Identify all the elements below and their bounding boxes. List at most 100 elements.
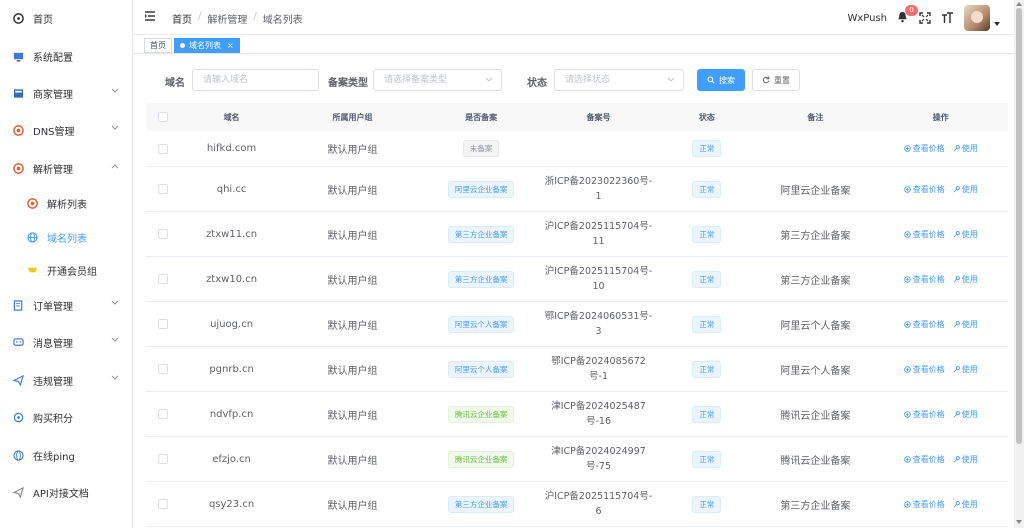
message-icon bbox=[12, 336, 24, 348]
view-price-label: 查看价格 bbox=[912, 229, 945, 239]
sidebar-item-dns[interactable]: DNS管理 bbox=[0, 112, 133, 148]
close-icon[interactable]: × bbox=[227, 41, 234, 50]
view-price-link[interactable]: 查看价格 bbox=[904, 184, 945, 195]
use-link[interactable]: 使用 bbox=[953, 454, 978, 465]
column-header: 备案号 bbox=[586, 112, 611, 122]
sidebar-item-ping[interactable]: 在线ping bbox=[0, 437, 133, 473]
view-price-label: 查看价格 bbox=[912, 274, 945, 284]
view-price-link[interactable]: 查看价格 bbox=[904, 319, 945, 330]
view-price-link[interactable]: 查看价格 bbox=[904, 274, 945, 285]
view-price-icon bbox=[904, 410, 911, 418]
sidebar-item-message[interactable]: 消息管理 bbox=[0, 324, 133, 360]
page-scrollbar[interactable] bbox=[1014, 0, 1024, 528]
breadcrumb-resolve[interactable]: 解析管理 bbox=[207, 11, 247, 26]
view-price-icon bbox=[904, 455, 911, 463]
row-checkbox-cell bbox=[146, 409, 180, 419]
scroll-up-arrow[interactable] bbox=[1016, 2, 1022, 6]
sidebar-item-api-doc[interactable]: API对接文档 bbox=[0, 474, 133, 510]
icp-cell: 沪ICP备2025115704号- 11 bbox=[540, 219, 656, 249]
ping-icon bbox=[12, 449, 24, 461]
view-price-label: 查看价格 bbox=[912, 184, 945, 194]
status-select[interactable]: 请选择状态 bbox=[554, 69, 684, 91]
scroll-thumb[interactable] bbox=[1016, 8, 1022, 444]
sidebar-item-resolve-list[interactable]: 解析列表 bbox=[0, 185, 133, 221]
use-link[interactable]: 使用 bbox=[953, 143, 978, 154]
order-icon bbox=[12, 299, 24, 311]
notification-badge: 0 bbox=[905, 5, 918, 16]
reset-button[interactable]: 重置 bbox=[752, 69, 800, 91]
filing-type-select[interactable]: 请选择备案类型 bbox=[373, 69, 502, 91]
use-link[interactable]: 使用 bbox=[953, 409, 978, 420]
row-checkbox[interactable] bbox=[158, 229, 169, 239]
use-link[interactable]: 使用 bbox=[953, 319, 978, 330]
notification-button[interactable]: 0 bbox=[897, 5, 918, 25]
domain-input[interactable]: 请输入域名 bbox=[192, 69, 319, 91]
sidebar-item-label: 系统配置 bbox=[33, 52, 73, 64]
view-price-link[interactable]: 查看价格 bbox=[904, 454, 945, 465]
sidebar-item-label: 在线ping bbox=[33, 451, 75, 463]
use-link[interactable]: 使用 bbox=[953, 364, 978, 375]
fullscreen-icon[interactable] bbox=[919, 12, 931, 24]
note-cell: 第三方企业备案 bbox=[780, 230, 851, 242]
breadcrumb-home[interactable]: 首页 bbox=[172, 11, 192, 26]
row-checkbox[interactable] bbox=[158, 499, 169, 509]
sidebar-item-member-group[interactable]: 开通会员组 bbox=[0, 252, 133, 288]
scroll-down-arrow[interactable] bbox=[1016, 520, 1022, 524]
filing-tag: 腾讯云企业备案 bbox=[447, 405, 515, 423]
row-checkbox[interactable] bbox=[158, 319, 169, 329]
hamburger-icon[interactable] bbox=[144, 10, 156, 22]
avatar[interactable] bbox=[964, 5, 990, 31]
view-price-link[interactable]: 查看价格 bbox=[904, 409, 945, 420]
sidebar-item-buy-points[interactable]: 购买积分 bbox=[0, 399, 133, 435]
sidebar-item-home[interactable]: 首页 bbox=[0, 0, 133, 36]
sidebar-item-label: 解析管理 bbox=[33, 164, 73, 176]
key-icon bbox=[953, 410, 960, 417]
view-price-link[interactable]: 查看价格 bbox=[904, 229, 945, 240]
use-link[interactable]: 使用 bbox=[953, 499, 978, 510]
font-size-icon[interactable] bbox=[941, 12, 954, 24]
wxpush-link[interactable]: WxPush bbox=[847, 13, 887, 24]
breadcrumb-separator: / bbox=[198, 11, 202, 22]
view-price-link[interactable]: 查看价格 bbox=[904, 499, 945, 510]
sidebar-item-violation[interactable]: 违规管理 bbox=[0, 362, 133, 398]
chevron-down-icon bbox=[111, 337, 119, 342]
row-checkbox[interactable] bbox=[158, 143, 169, 154]
tag-home[interactable]: 首页 bbox=[144, 38, 172, 53]
table-row: hifkd.com 默认用户组 未备案 正常 查看价格 使用 bbox=[146, 131, 1008, 167]
icp-line-2: 1 bbox=[595, 191, 602, 202]
use-label: 使用 bbox=[961, 364, 978, 374]
row-checkbox[interactable] bbox=[158, 274, 169, 284]
use-label: 使用 bbox=[961, 319, 978, 329]
status-cell: 正常 bbox=[657, 360, 757, 378]
icp-line-1: 津ICP备2024025487 bbox=[551, 401, 646, 412]
icp-line-2: 号-75 bbox=[585, 461, 612, 472]
breadcrumb-current: 域名列表 bbox=[262, 15, 303, 26]
tag-domain-list[interactable]: 域名列表 × bbox=[174, 38, 240, 53]
sidebar-item-domain-list[interactable]: 域名列表 bbox=[0, 219, 133, 255]
filing-tag: 阿里云个人备案 bbox=[447, 360, 515, 378]
view-price-link[interactable]: 查看价格 bbox=[904, 364, 945, 375]
sidebar-item-order[interactable]: 订单管理 bbox=[0, 287, 133, 323]
sidebar-item-resolve[interactable]: 解析管理 bbox=[0, 150, 133, 186]
search-button[interactable]: 搜索 bbox=[697, 69, 745, 91]
row-checkbox[interactable] bbox=[158, 409, 169, 419]
sidebar-item-label: 商家管理 bbox=[33, 89, 73, 101]
filing-cell: 腾讯云企业备案 bbox=[422, 405, 540, 423]
search-icon bbox=[707, 76, 715, 84]
group-cell: 默认用户组 bbox=[327, 320, 378, 332]
sidebar-item-merchant[interactable]: 商家管理 bbox=[0, 75, 133, 111]
row-checkbox[interactable] bbox=[158, 184, 169, 194]
use-label: 使用 bbox=[961, 274, 978, 284]
caret-down-icon[interactable] bbox=[994, 22, 1000, 26]
view-price-link[interactable]: 查看价格 bbox=[904, 143, 945, 154]
sidebar-item-system-config[interactable]: 系统配置 bbox=[0, 38, 133, 74]
row-checkbox[interactable] bbox=[158, 454, 169, 464]
app-root: 首页 系统配置 商家管理 DNS管理 解析管理 解析列表 域名列表 开通会员组 … bbox=[0, 0, 1024, 528]
use-link[interactable]: 使用 bbox=[953, 229, 978, 240]
ops-cell: 查看价格 使用 bbox=[874, 364, 1008, 375]
chevron-down-icon bbox=[111, 125, 119, 130]
use-link[interactable]: 使用 bbox=[953, 274, 978, 285]
use-link[interactable]: 使用 bbox=[953, 184, 978, 195]
select-all-checkbox[interactable] bbox=[158, 112, 169, 122]
row-checkbox[interactable] bbox=[158, 364, 169, 374]
